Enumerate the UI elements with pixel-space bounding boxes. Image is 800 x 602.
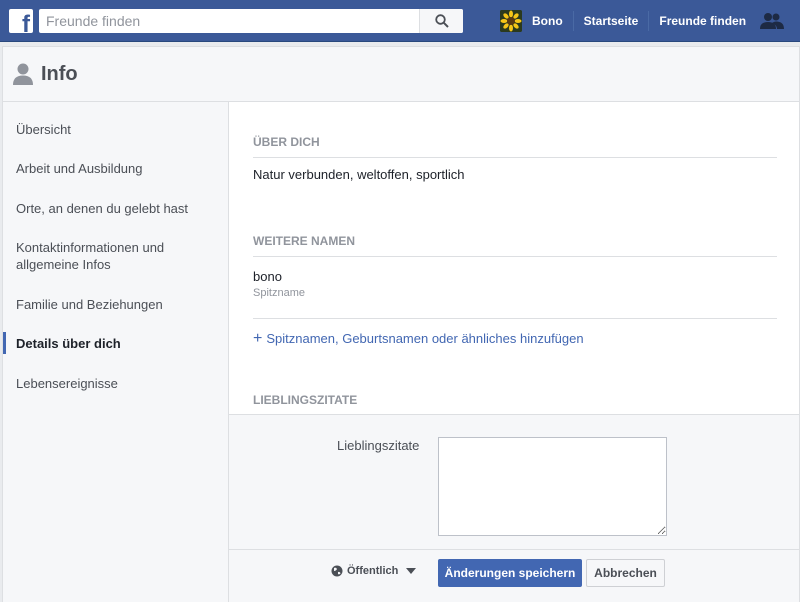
top-navigation-bar: f Bono Startseite Freunde finden xyxy=(0,0,800,42)
search-bar xyxy=(39,9,463,33)
search-icon xyxy=(434,14,449,28)
add-nickname-label: Spitznamen, Geburtsnamen oder ähnliches … xyxy=(266,331,584,346)
add-nickname-link[interactable]: + Spitznamen, Geburtsnamen oder ähnliches… xyxy=(253,330,584,348)
search-button[interactable] xyxy=(419,9,463,33)
sidebar-item-contact-info[interactable]: Kontaktinformationen und allgemeine Info… xyxy=(16,239,216,273)
home-link[interactable]: Startseite xyxy=(574,0,649,42)
about-heading: ÜBER DICH xyxy=(253,135,777,158)
about-text: Natur verbunden, weltoffen, sportlich xyxy=(253,167,465,182)
other-names-heading: WEITERE NAMEN xyxy=(253,234,777,257)
quotes-textarea[interactable] xyxy=(438,437,667,536)
search-input[interactable] xyxy=(39,10,419,32)
save-button[interactable]: Änderungen speichern xyxy=(438,559,582,587)
sidebar: Übersicht Arbeit und Ausbildung Orte, an… xyxy=(3,102,229,602)
quotes-edit-form: Lieblingszitate Öffentlich Änderungen sp… xyxy=(229,414,799,602)
globe-icon xyxy=(331,565,343,577)
sidebar-item-overview[interactable]: Übersicht xyxy=(16,121,216,138)
panel-header: Info xyxy=(3,47,799,102)
sidebar-item-family[interactable]: Familie und Beziehungen xyxy=(16,296,216,313)
privacy-label: Öffentlich xyxy=(347,565,399,577)
sidebar-item-places[interactable]: Orte, an denen du gelebt hast xyxy=(16,200,216,217)
plus-icon: + xyxy=(253,330,263,347)
profile-link[interactable]: Bono xyxy=(522,0,573,42)
sunflower-avatar-icon xyxy=(500,10,522,32)
sidebar-item-details[interactable]: Details über dich xyxy=(16,335,216,352)
quotes-heading: LIEBLINGSZITATE xyxy=(253,393,358,407)
avatar[interactable] xyxy=(500,10,522,32)
nickname-type: Spitzname xyxy=(253,287,305,299)
section-divider xyxy=(253,318,777,319)
find-friends-link[interactable]: Freunde finden xyxy=(649,0,756,42)
person-icon xyxy=(13,63,33,85)
about-panel: Info Übersicht Arbeit und Ausbildung Ort… xyxy=(2,46,800,602)
facebook-logo-icon[interactable]: f xyxy=(9,9,33,33)
sidebar-item-life-events[interactable]: Lebensereignisse xyxy=(16,375,216,392)
top-nav-links: Bono Startseite Freunde finden xyxy=(500,0,756,42)
privacy-selector[interactable]: Öffentlich xyxy=(331,565,417,577)
cancel-button[interactable]: Abbrechen xyxy=(586,559,665,587)
page-title: Info xyxy=(41,62,78,85)
sidebar-item-work-education[interactable]: Arbeit und Ausbildung xyxy=(16,160,216,177)
nickname-value: bono xyxy=(253,269,282,284)
quotes-field-label: Lieblingszitate xyxy=(337,438,420,453)
chevron-down-icon xyxy=(406,568,417,574)
form-divider xyxy=(229,549,799,550)
friend-requests-icon[interactable] xyxy=(760,12,784,30)
active-indicator xyxy=(3,332,6,354)
